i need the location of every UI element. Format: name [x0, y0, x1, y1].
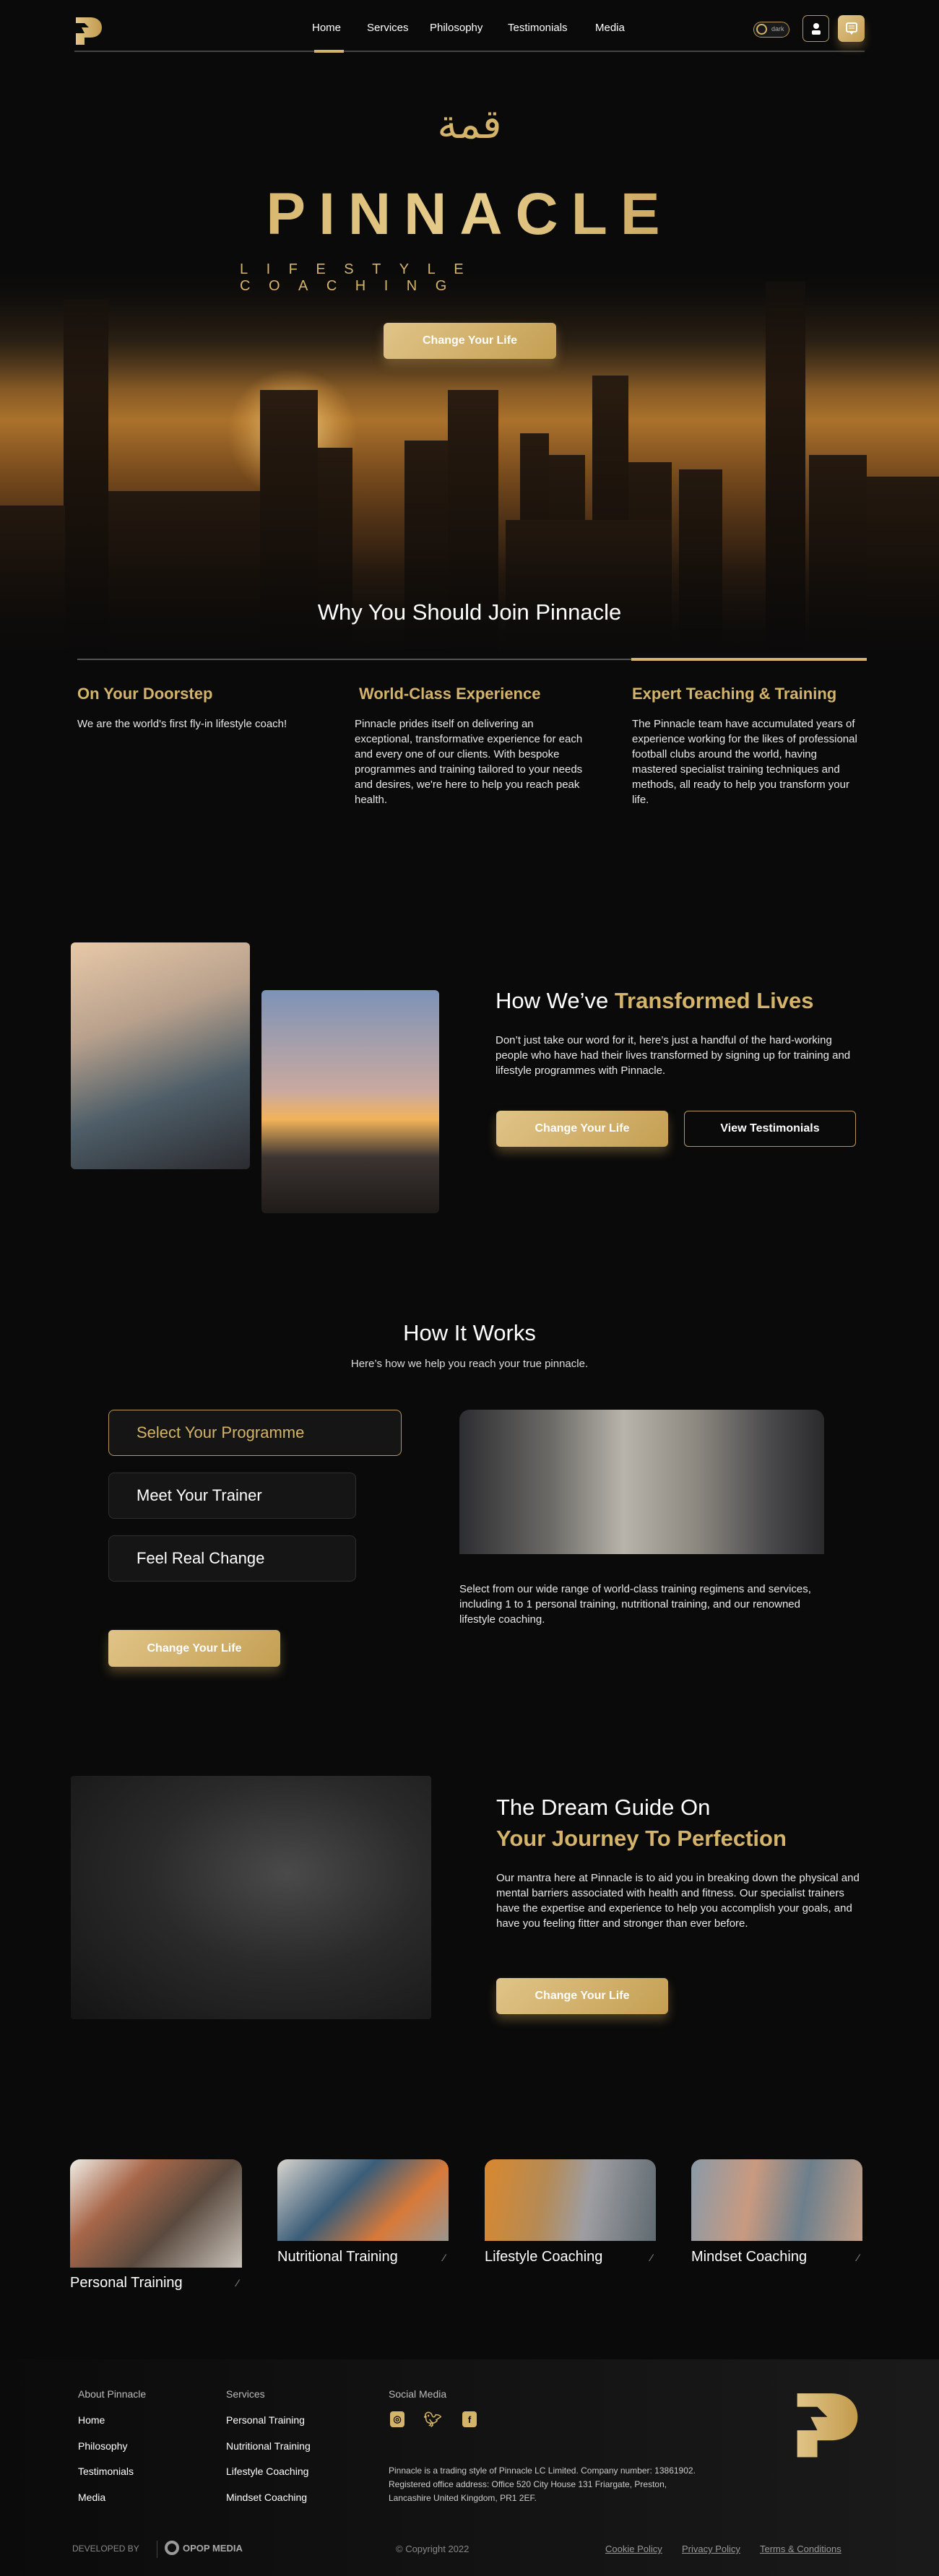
hero-cta-button[interactable]: Change Your Life: [384, 323, 556, 359]
cookie-policy-link[interactable]: Cookie Policy: [605, 2544, 662, 2554]
gym-equipment-photo: [459, 1410, 824, 1554]
title-highlight: Transformed Lives: [614, 988, 814, 1013]
account-button[interactable]: [802, 15, 829, 42]
why-title: Why You Should Join Pinnacle: [317, 599, 622, 625]
developed-by-label: DEVELOPED BY: [72, 2544, 139, 2554]
column-text: Pinnacle prides itself on delivering an …: [355, 718, 583, 806]
view-testimonials-button[interactable]: View Testimonials: [684, 1111, 856, 1147]
dream-title-highlight: Your Journey To Perfection: [496, 1826, 787, 1851]
column-text: We are the world's first fly-in lifestyl…: [77, 718, 287, 730]
how-cta-button[interactable]: Change Your Life: [108, 1630, 280, 1667]
footer-link-nutritional-training[interactable]: Nutritional Training: [226, 2440, 311, 2452]
nav-philosophy[interactable]: Philosophy: [430, 22, 483, 34]
transformed-title: How We’ve Transformed Lives: [496, 988, 813, 1014]
title-plain: How We’ve: [496, 988, 615, 1013]
column-heading: Expert Teaching & Training: [632, 685, 837, 703]
footer-link-lifestyle-coaching[interactable]: Lifestyle Coaching: [226, 2466, 308, 2477]
column-heading: On Your Doorstep: [77, 685, 213, 703]
how-title: How It Works: [403, 1320, 536, 1345]
chat-button[interactable]: [838, 15, 865, 42]
theme-toggle[interactable]: dark: [753, 22, 789, 38]
service-title: Mindset Coaching: [691, 2249, 808, 2265]
developer-name: OPOP MEDIA: [183, 2542, 243, 2554]
footer-services-heading: Services: [226, 2388, 265, 2400]
twitter-icon[interactable]: 🐦︎: [423, 2411, 441, 2428]
arabic-logo-mark: قمة: [437, 101, 502, 148]
copyright: © Copyright 2022: [396, 2544, 470, 2554]
how-subtitle: Here’s how we help you reach your true p…: [350, 1358, 589, 1370]
dream-title-plain: The Dream Guide On: [496, 1795, 711, 1820]
transformed-text: Don’t just take our word for it, here’s …: [496, 1034, 851, 1077]
lifestyle-coaching-photo: [485, 2159, 656, 2241]
service-title: Personal Training: [70, 2275, 183, 2291]
opop-media-icon: [165, 2541, 179, 2555]
transformed-cta-button[interactable]: Change Your Life: [496, 1111, 668, 1147]
nav-active-indicator: [314, 50, 344, 53]
tagline: LIFESTYLE COACHING: [240, 261, 483, 294]
nav-divider: [74, 51, 865, 52]
nutritional-training-photo: [277, 2159, 449, 2241]
developer-logo[interactable]: OPOP MEDIA: [165, 2541, 243, 2555]
mindset-coaching-photo: [691, 2159, 862, 2241]
why-column-2: World-Class Experience Pinnacle prides i…: [355, 685, 593, 807]
brand-wordmark: PINNACLE: [238, 181, 701, 248]
step-meet-trainer[interactable]: Meet Your Trainer: [108, 1473, 356, 1519]
pinnacle-logo-icon: [797, 2393, 858, 2458]
footer-logo: [794, 2389, 861, 2458]
barbell-training-photo: [71, 1776, 431, 2019]
why-column-1: On Your Doorstep We are the world's firs…: [77, 685, 294, 732]
running-couple-photo: [71, 942, 250, 1169]
nav-testimonials[interactable]: Testimonials: [508, 22, 568, 34]
footer-link-home[interactable]: Home: [78, 2414, 105, 2426]
instagram-icon[interactable]: ◎: [390, 2411, 404, 2427]
pinnacle-logo-icon: [76, 17, 102, 45]
nav-media[interactable]: Media: [595, 22, 625, 34]
service-title: Nutritional Training: [277, 2249, 398, 2265]
step-feel-change[interactable]: Feel Real Change: [108, 1535, 356, 1582]
how-text: Select from our wide range of world-clas…: [459, 1583, 811, 1626]
toggle-label: dark: [771, 25, 784, 32]
why-column-3: Expert Teaching & Training The Pinnacle …: [632, 685, 863, 807]
why-divider-highlight: [631, 658, 867, 661]
footer-social-heading: Social Media: [389, 2388, 447, 2400]
personal-training-photo: [70, 2159, 242, 2268]
footer-legal-text: Pinnacle is a trading style of Pinnacle …: [389, 2466, 696, 2503]
logo[interactable]: [74, 16, 103, 45]
arrow-icon: ⁄: [237, 2277, 239, 2289]
step-select-programme[interactable]: Select Your Programme: [108, 1410, 402, 1456]
arrow-icon: ⁄: [857, 2252, 860, 2263]
column-text: The Pinnacle team have accumulated years…: [632, 718, 857, 806]
nav-services[interactable]: Services: [367, 22, 409, 34]
footer-link-philosophy[interactable]: Philosophy: [78, 2440, 128, 2452]
chat-icon: [845, 22, 857, 35]
footer-link-media[interactable]: Media: [78, 2492, 105, 2503]
service-title: Lifestyle Coaching: [485, 2249, 603, 2265]
user-icon: [811, 22, 821, 35]
column-heading: World-Class Experience: [359, 685, 541, 703]
footer-link-personal-training[interactable]: Personal Training: [226, 2414, 305, 2426]
terms-link[interactable]: Terms & Conditions: [760, 2544, 841, 2554]
facebook-icon[interactable]: f: [462, 2411, 477, 2427]
footer-link-mindset-coaching[interactable]: Mindset Coaching: [226, 2492, 307, 2503]
arrow-icon: ⁄: [443, 2252, 446, 2263]
sunset-meditation-photo: [261, 990, 439, 1213]
toggle-knob: [756, 24, 767, 35]
arrow-icon: ⁄: [651, 2252, 653, 2263]
nav-home[interactable]: Home: [312, 22, 341, 34]
footer-about-heading: About Pinnacle: [78, 2388, 147, 2400]
dream-cta-button[interactable]: Change Your Life: [496, 1978, 668, 2014]
footer-link-testimonials[interactable]: Testimonials: [78, 2466, 134, 2477]
dream-text: Our mantra here at Pinnacle is to aid yo…: [496, 1872, 860, 1930]
privacy-policy-link[interactable]: Privacy Policy: [682, 2544, 740, 2554]
